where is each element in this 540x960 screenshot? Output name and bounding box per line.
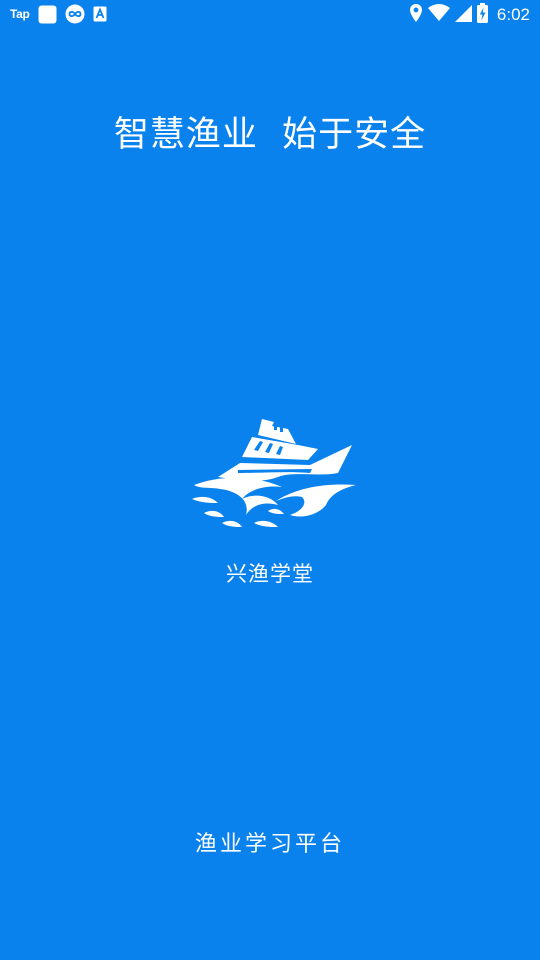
infinity-circle-icon [65, 4, 85, 24]
platform-name: 渔业学习平台 [194, 832, 345, 857]
wifi-icon [427, 4, 450, 26]
status-time: 6:02 [496, 5, 530, 24]
app-name: 兴渔学堂 [226, 562, 314, 586]
slogan-headline: 智慧渔业 始于安全 [113, 115, 427, 155]
location-icon [409, 3, 423, 27]
notification-area: Tap [10, 4, 107, 24]
system-status-area: 6:02 [409, 3, 530, 27]
signal-icon [454, 4, 472, 26]
battery-charging-icon [476, 3, 488, 27]
tap-icon: Tap [10, 7, 30, 21]
text-a-icon [93, 6, 107, 22]
white-square-icon [38, 5, 57, 24]
ship-logo-icon [190, 415, 358, 533]
status-bar: Tap 6:02 [0, 0, 540, 30]
splash-screen: Tap 6:02 智慧渔业 始于安全 兴渔学堂 渔业学习平台 [0, 0, 540, 960]
